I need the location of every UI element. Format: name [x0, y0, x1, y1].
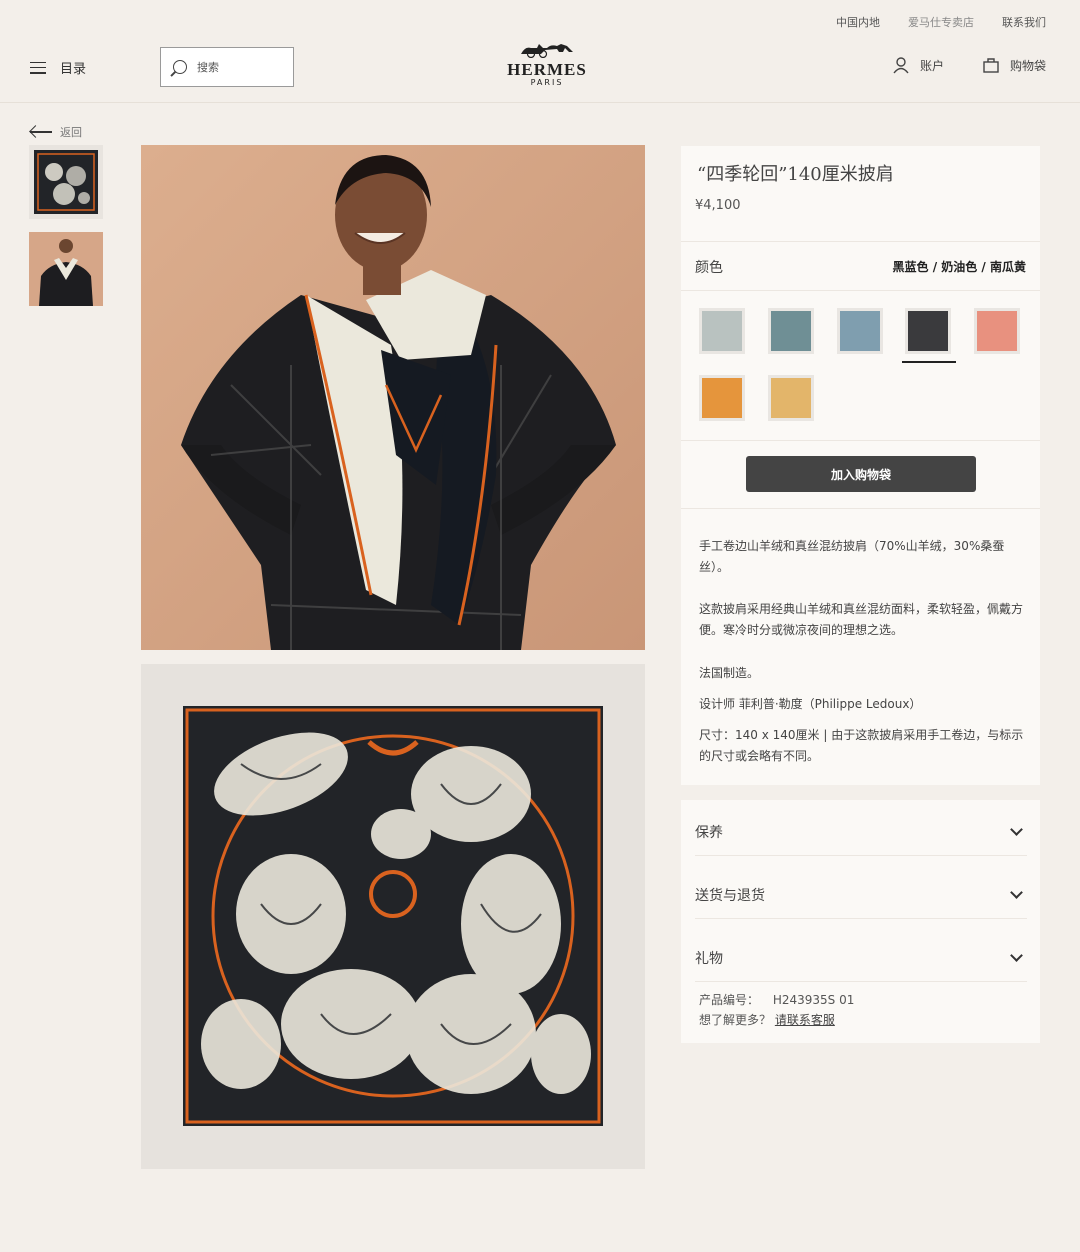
add-to-bag-button[interactable]: 加入购物袋 — [746, 456, 976, 492]
link-region[interactable]: 中国内地 — [836, 14, 880, 30]
chevron-down-icon — [1010, 886, 1023, 899]
help-text: 想了解更多？ — [699, 1013, 772, 1027]
accordion-panel: 保养 送货与退货 礼物 产品编号： H243935S 01 想了解更多？ 请联系… — [681, 800, 1040, 1043]
product-info-panel: “四季轮回”140厘米披肩 ¥4,100 颜色 黑蓝色 / 奶油色 / 南瓜黄 … — [681, 146, 1040, 785]
divider — [681, 290, 1040, 291]
bag-icon — [983, 58, 999, 73]
product-reference: 产品编号： H243935S 01 — [699, 991, 854, 1008]
header-divider — [0, 102, 1080, 103]
color-swatch-1[interactable] — [699, 308, 745, 354]
accordion-shipping-label: 送货与退货 — [695, 887, 765, 904]
menu-label: 目录 — [60, 62, 87, 77]
color-swatch-2[interactable] — [768, 308, 814, 354]
user-icon — [893, 57, 909, 74]
chevron-down-icon — [1010, 949, 1023, 962]
search-icon — [173, 60, 187, 74]
help-line: 想了解更多？ 请联系客服 — [699, 1011, 835, 1028]
link-stores[interactable]: 爱马仕专卖店 — [908, 14, 974, 30]
thumbnail-scarf[interactable] — [29, 145, 103, 219]
divider — [681, 241, 1040, 242]
search-input[interactable]: 搜索 — [160, 47, 294, 87]
color-value: 黑蓝色 / 奶油色 / 南瓜黄 — [892, 260, 1026, 274]
accordion-care[interactable]: 保养 — [695, 808, 1027, 856]
hamburger-icon — [30, 61, 46, 74]
description-size: 尺寸：140 x 140厘米 | 由于这款披肩采用手工卷边，与标示的尺寸或会略有… — [699, 728, 1024, 763]
reference-label: 产品编号： — [699, 993, 760, 1007]
back-label: 返回 — [60, 126, 82, 139]
color-swatch-3[interactable] — [837, 308, 883, 354]
arrow-left-icon — [30, 125, 52, 139]
accordion-care-label: 保养 — [695, 824, 723, 841]
carriage-icon — [521, 44, 573, 59]
color-label: 颜色 — [695, 260, 723, 276]
chevron-down-icon — [1010, 823, 1023, 836]
model-thumbnail-image — [29, 232, 103, 306]
menu-button[interactable]: 目录 — [30, 58, 86, 77]
product-photo-scarf[interactable] — [141, 664, 645, 1169]
logo-city: PARIS — [530, 78, 564, 87]
utility-links: 中国内地 爱马仕专卖店 联系我们 — [836, 14, 1046, 30]
account-label: 账户 — [919, 58, 944, 73]
divider — [681, 508, 1040, 509]
contact-service-link[interactable]: 请联系客服 — [775, 1013, 835, 1027]
model-image — [141, 145, 645, 650]
scarf-thumbnail-image — [34, 150, 98, 214]
back-link[interactable]: 返回 — [30, 124, 82, 140]
scarf-image — [183, 706, 603, 1126]
color-swatch-5[interactable] — [974, 308, 1020, 354]
divider — [681, 440, 1040, 441]
bag-button[interactable]: 购物袋 — [982, 56, 1046, 74]
description-origin: 法国制造。 — [699, 666, 760, 680]
logo-brand: HERMES — [507, 60, 587, 79]
description-body: 这款披肩采用经典山羊绒和真丝混纺面料，柔软轻盈，佩戴方便。寒冷时分或微凉夜间的理… — [699, 602, 1024, 637]
reference-value: H243935S 01 — [772, 993, 855, 1007]
color-swatch-6[interactable] — [699, 375, 745, 421]
accordion-gift[interactable]: 礼物 — [695, 934, 1027, 982]
description-material: 手工卷边山羊绒和真丝混纺披肩（70%山羊绒，30%桑蚕丝）。 — [699, 539, 1005, 574]
product-title: “四季轮回”140厘米披肩 — [697, 164, 894, 185]
thumbnail-model[interactable] — [29, 232, 103, 306]
link-contact[interactable]: 联系我们 — [1002, 14, 1046, 30]
site-header: 目录 搜索 HERMES PARIS 账户 购物袋 — [0, 40, 1080, 102]
color-swatch-4-selected[interactable] — [902, 308, 956, 363]
product-photo-model[interactable] — [141, 145, 645, 650]
brand-logo[interactable]: HERMES PARIS — [497, 40, 597, 87]
accordion-gift-label: 礼物 — [695, 950, 723, 967]
description-designer: 设计师 菲利普·勒度（Philippe Ledoux） — [699, 697, 922, 711]
account-button[interactable]: 账户 — [892, 56, 944, 74]
color-swatch-7[interactable] — [768, 375, 814, 421]
accordion-shipping[interactable]: 送货与退货 — [695, 871, 1027, 919]
bag-label: 购物袋 — [1009, 58, 1046, 73]
search-placeholder: 搜索 — [197, 61, 219, 74]
product-price: ¥4,100 — [695, 198, 741, 213]
